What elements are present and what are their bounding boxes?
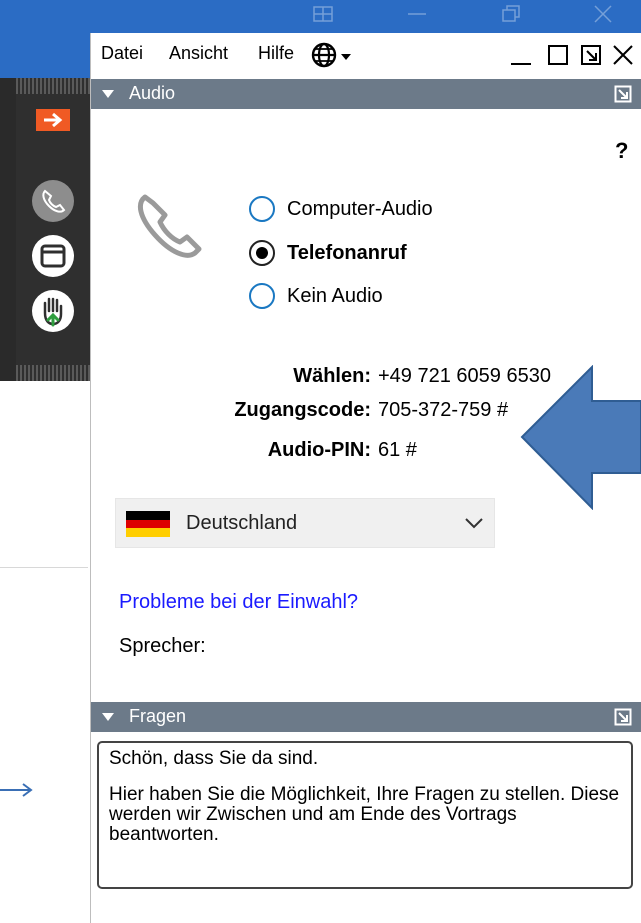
radio-button[interactable] <box>249 283 275 309</box>
audio-section-header[interactable]: Audio <box>91 79 641 109</box>
menu-bar: Datei Ansicht Hilfe <box>91 33 641 79</box>
germany-flag-icon <box>126 511 170 537</box>
language-globe-icon[interactable] <box>311 42 359 68</box>
questions-log[interactable]: Schön, dass Sie da sind. Hier haben Sie … <box>97 741 633 889</box>
collapse-panel-button[interactable] <box>25 106 81 134</box>
audio-button[interactable] <box>25 178 81 224</box>
telephone-icon <box>137 194 202 258</box>
radio-kein-audio[interactable]: Kein Audio <box>249 283 383 309</box>
dial-in-problems-link[interactable]: Probleme bei der Einwahl? <box>119 591 358 614</box>
arrow-right-icon <box>36 109 70 131</box>
popout-section-icon[interactable] <box>614 708 632 726</box>
menu-datei[interactable]: Datei <box>101 43 143 64</box>
audio-help-button[interactable]: ? <box>615 138 628 164</box>
small-arrow-right-icon <box>0 783 33 797</box>
access-code-label: Zugangscode: <box>234 399 371 421</box>
close-panel-icon[interactable] <box>611 43 635 67</box>
minimize-panel-icon[interactable] <box>509 43 533 67</box>
radio-computer-audio[interactable]: Computer-Audio <box>249 196 433 222</box>
background-divider <box>0 567 88 568</box>
radio-label-computer-audio: Computer-Audio <box>287 197 433 220</box>
radio-label-telefonanruf: Telefonanruf <box>287 241 407 264</box>
collapse-triangle-icon[interactable] <box>101 88 115 100</box>
popout-panel-icon[interactable] <box>579 43 603 67</box>
questions-section-header[interactable]: Fragen <box>91 702 641 732</box>
speaker-label: Sprecher: <box>119 635 206 657</box>
radio-button-selected[interactable] <box>249 240 275 266</box>
minimize-icon <box>408 13 426 15</box>
popout-section-icon[interactable] <box>614 85 632 103</box>
restore-icon <box>502 5 520 22</box>
menu-ansicht[interactable]: Ansicht <box>169 43 228 64</box>
menu-hilfe[interactable]: Hilfe <box>258 43 294 64</box>
questions-info: Hier haben Sie die Möglichkeit, Ihre Fra… <box>109 784 620 845</box>
audio-pin-label: Audio-PIN: <box>267 439 371 461</box>
radio-label-kein-audio: Kein Audio <box>287 284 383 307</box>
maximize-panel-icon[interactable] <box>546 43 570 67</box>
questions-section-title: Fragen <box>129 706 187 726</box>
country-selected-value: Deutschland <box>186 512 298 534</box>
toolbar-grip-top[interactable] <box>16 78 90 94</box>
raise-hand-button[interactable] <box>25 288 81 334</box>
collapse-triangle-icon[interactable] <box>101 711 115 723</box>
radio-telefonanruf[interactable]: Telefonanruf <box>249 240 407 266</box>
tablet-mode-icon <box>313 6 333 22</box>
annotation-arrow-left-icon <box>520 365 641 510</box>
audio-pin-value: 61 # <box>378 439 417 461</box>
toolbar-grip-bottom[interactable] <box>16 365 90 381</box>
chevron-down-icon <box>465 518 483 529</box>
access-code-value: 705-372-759 # <box>378 399 509 421</box>
raise-hand-icon <box>32 290 74 332</box>
screen-view-button[interactable] <box>25 233 81 279</box>
radio-button[interactable] <box>249 196 275 222</box>
phone-icon <box>32 180 74 222</box>
side-toolbar <box>16 78 90 381</box>
dial-number-label: Wählen: <box>293 365 371 387</box>
close-icon <box>594 5 612 23</box>
country-dropdown[interactable]: Deutschland <box>115 498 495 548</box>
window-icon <box>32 235 74 277</box>
audio-section-title: Audio <box>129 83 176 103</box>
questions-greeting: Schön, dass Sie da sind. <box>109 748 319 769</box>
